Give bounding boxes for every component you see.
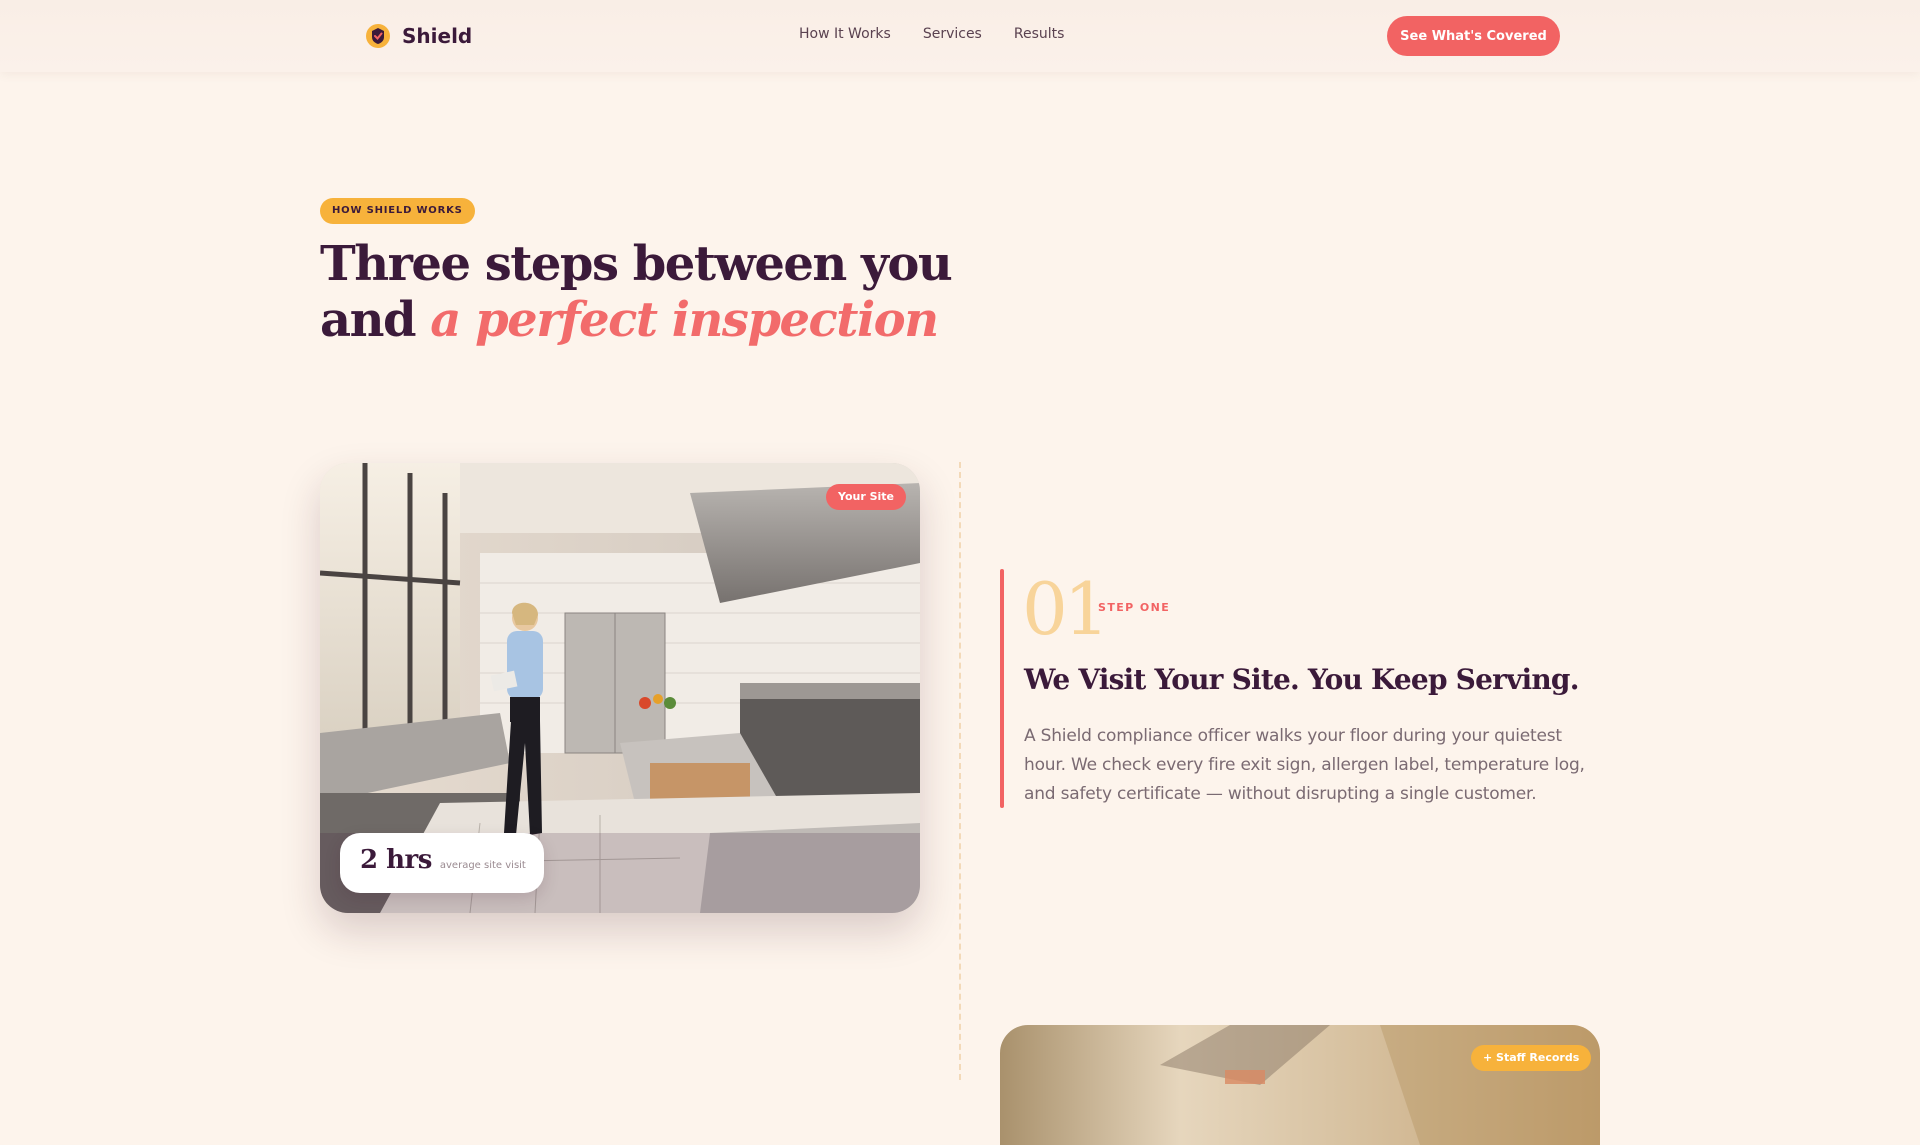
timeline-divider xyxy=(959,462,961,1080)
nav-link-services[interactable]: Services xyxy=(923,26,982,42)
step-number: 01 xyxy=(1022,567,1110,651)
nav-link-results[interactable]: Results xyxy=(1014,26,1065,42)
shield-icon xyxy=(366,24,390,48)
section-eyebrow: HOW SHIELD WORKS xyxy=(320,198,475,224)
stat-pill: 2 hrs average site visit xyxy=(340,833,544,893)
see-whats-covered-button[interactable]: See What's Covered xyxy=(1387,16,1560,56)
top-nav: Shield How It Works Services Results See… xyxy=(0,0,1920,72)
brand-name: Shield xyxy=(402,24,473,48)
nav-link-how-it-works[interactable]: How It Works xyxy=(799,26,891,42)
image-badge-your-site: Your Site xyxy=(826,484,907,510)
stat-value: 2 hrs xyxy=(360,845,432,875)
staff-records-photo xyxy=(1000,1025,1600,1145)
nav-links: How It Works Services Results xyxy=(799,26,1064,42)
image-badge-staff-records: + Staff Records xyxy=(1471,1045,1592,1071)
headline-accent: a perfect inspection xyxy=(430,292,939,348)
brand[interactable]: Shield xyxy=(364,22,472,50)
step-accent-bar xyxy=(1000,569,1004,808)
step-kicker: STEP ONE xyxy=(1098,601,1171,614)
stat-label: average site visit xyxy=(439,860,526,871)
step-body: A Shield compliance officer walks your f… xyxy=(1024,726,1585,804)
section-headline: Three steps between you and a perfect in… xyxy=(320,236,1040,348)
staff-records-illustration xyxy=(1160,1025,1600,1145)
step-title: We Visit Your Site. You Keep Serving. xyxy=(1024,663,1579,696)
